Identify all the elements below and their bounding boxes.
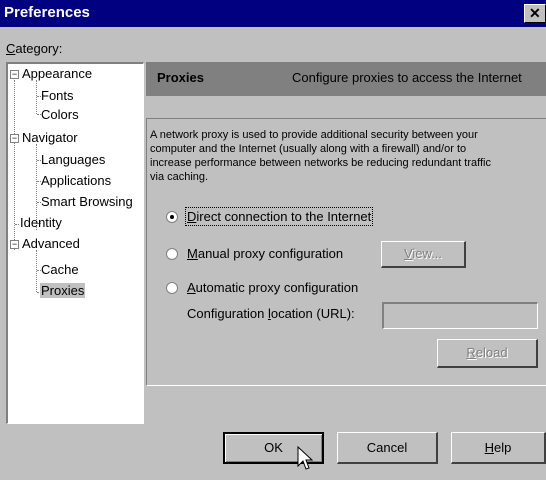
tree-item-proxies[interactable]: Proxies <box>40 283 86 298</box>
view-button[interactable]: View... <box>381 241 466 268</box>
tree-item-fonts[interactable]: Fonts <box>41 88 74 103</box>
tree-line <box>36 250 37 292</box>
collapse-icon[interactable]: − <box>10 240 19 249</box>
category-label: Category: <box>6 41 63 56</box>
tree-item-appearance[interactable]: Appearance <box>22 66 92 81</box>
automatic-proxy-label[interactable]: Automatic proxy configuration <box>187 280 358 295</box>
tree-line <box>36 80 37 114</box>
tree-item-identity[interactable]: Identity <box>20 215 62 230</box>
help-button[interactable]: Help <box>451 432 546 464</box>
tree-line <box>15 224 19 225</box>
tree-item-smart-browsing[interactable]: Smart Browsing <box>41 194 133 209</box>
close-icon: ✕ <box>529 5 541 21</box>
proxy-description: A network proxy is used to provide addit… <box>150 128 546 184</box>
description-line: increase performance between networks be… <box>150 157 491 169</box>
mouse-pointer-icon <box>297 446 313 470</box>
section-description: Configure proxies to access the Internet <box>292 70 522 85</box>
section-title: Proxies <box>157 70 204 85</box>
cancel-button[interactable]: Cancel <box>337 432 438 464</box>
category-tree[interactable]: − Appearance Fonts Colors − Navigator La… <box>6 62 144 424</box>
manual-proxy-radio[interactable] <box>166 248 178 260</box>
tree-item-applications[interactable]: Applications <box>41 173 111 188</box>
window-title: Preferences <box>4 4 90 21</box>
manual-proxy-label[interactable]: Manual proxy configuration <box>187 246 343 261</box>
collapse-icon[interactable]: − <box>10 70 19 79</box>
tree-item-languages[interactable]: Languages <box>41 152 105 167</box>
config-location-label: Configuration location (URL): <box>187 306 355 321</box>
reload-button[interactable]: Reload <box>437 339 538 368</box>
collapse-icon[interactable]: − <box>10 134 19 143</box>
description-line: via caching. <box>150 171 209 183</box>
description-line: A network proxy is used to provide addit… <box>150 129 478 141</box>
close-button[interactable]: ✕ <box>524 4 546 23</box>
tree-item-cache[interactable]: Cache <box>41 262 79 277</box>
config-location-input[interactable] <box>382 302 538 329</box>
direct-connection-label[interactable]: Direct connection to the Internet <box>184 207 374 226</box>
direct-connection-radio[interactable] <box>166 211 178 223</box>
automatic-proxy-radio[interactable] <box>166 282 178 294</box>
tree-item-advanced[interactable]: Advanced <box>22 236 80 251</box>
description-line: computer and the Internet (usually along… <box>150 143 467 155</box>
tree-item-colors[interactable]: Colors <box>41 107 79 122</box>
tree-item-navigator[interactable]: Navigator <box>22 130 78 145</box>
